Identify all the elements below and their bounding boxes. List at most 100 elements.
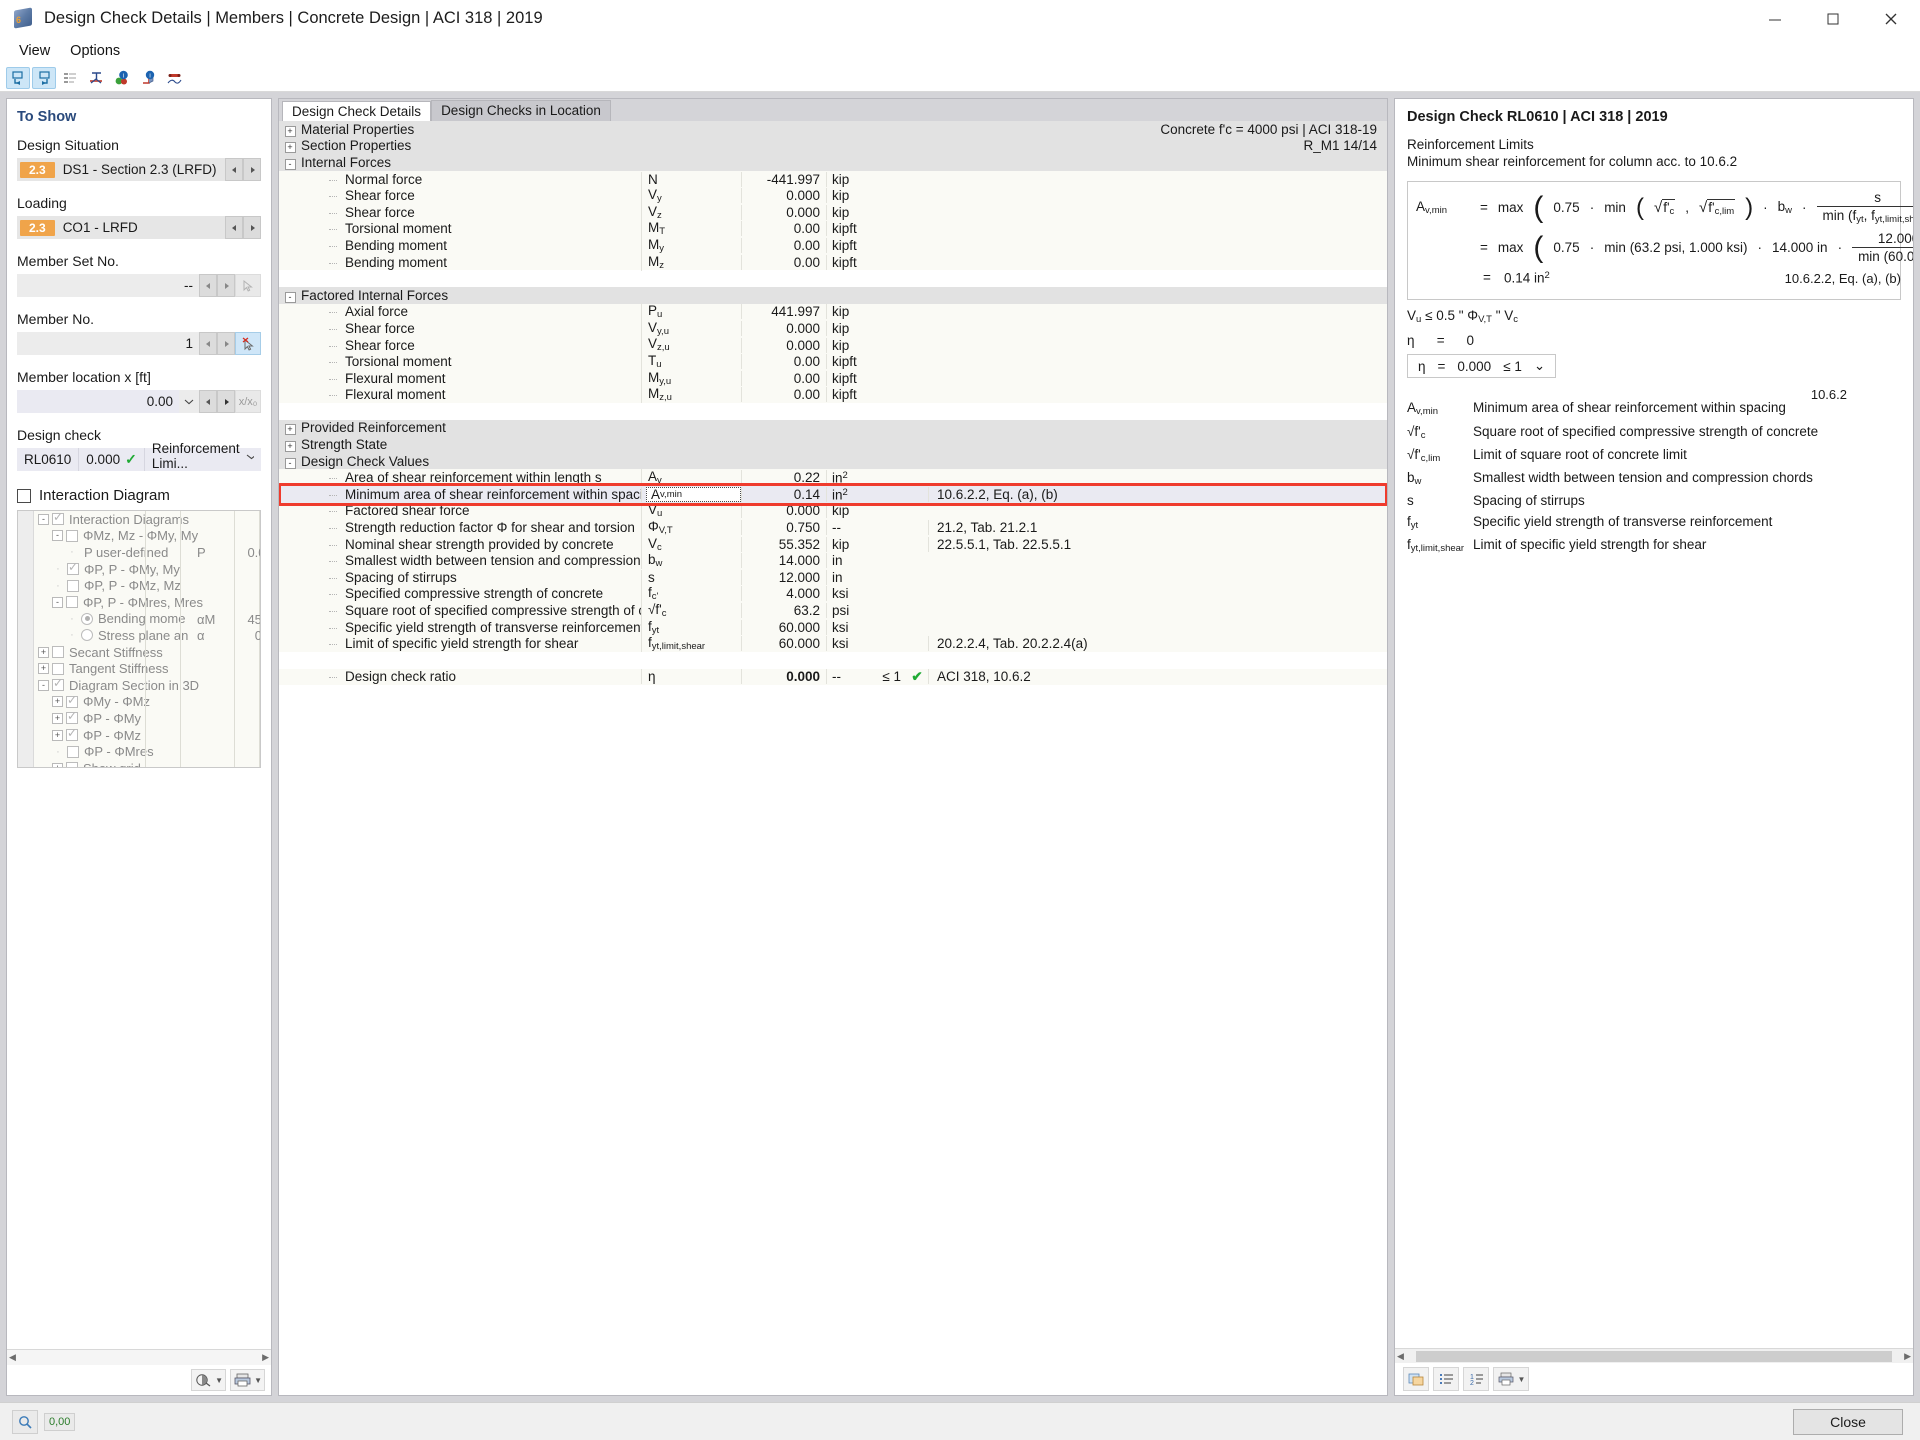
close-button[interactable]: Close (1793, 1409, 1903, 1435)
print-button[interactable]: ▼ (230, 1369, 265, 1391)
scroll-left-icon[interactable]: ◀ (1397, 1351, 1404, 1362)
group-row-1[interactable]: +Section PropertiesR_M1 14/14 (279, 138, 1387, 155)
row-symbol[interactable]: s (641, 570, 741, 585)
group-row-collapsed-1[interactable]: +Strength State (279, 436, 1387, 453)
group-row-factored[interactable]: -Factored Internal Forces (279, 287, 1387, 304)
left-panel-hscrollbar[interactable]: ◀ ▶ (7, 1349, 271, 1365)
row-value[interactable]: 0.000 (741, 503, 826, 518)
tree-checkbox[interactable] (66, 696, 78, 708)
group-row-collapsed-0[interactable]: +Provided Reinforcement (279, 420, 1387, 437)
row-value[interactable]: 0.000 (741, 321, 826, 336)
row-symbol[interactable]: Vu (641, 502, 741, 519)
menu-item-options[interactable]: Options (60, 41, 130, 61)
design-value-row-2[interactable]: Factored shear forceVu0.000kip (279, 503, 1387, 520)
design-value-row-1[interactable]: Minimum area of shear reinforcement with… (279, 486, 1387, 503)
member-no-value[interactable]: 1 (17, 332, 199, 355)
tree-expander-icon[interactable]: - (38, 514, 49, 525)
loading-next-button[interactable] (243, 216, 261, 239)
tree-expander-icon[interactable]: + (52, 713, 63, 724)
menu-item-view[interactable]: View (9, 41, 60, 61)
factored-force-row-2[interactable]: Shear forceVz,u0.000kip (279, 337, 1387, 354)
design-value-row-3[interactable]: Strength reduction factor Φ for shear an… (279, 519, 1387, 536)
diagram-icon[interactable] (162, 67, 186, 89)
row-symbol[interactable]: My,u (641, 370, 741, 387)
row-symbol[interactable]: Vy,u (641, 320, 741, 337)
group-row-2[interactable]: -Internal Forces (279, 154, 1387, 171)
row-value[interactable]: 0.00 (741, 221, 826, 236)
row-value[interactable]: 55.352 (741, 537, 826, 552)
print-button[interactable]: ▼ (1493, 1367, 1529, 1391)
design-value-row-0[interactable]: Area of shear reinforcement within lengt… (279, 469, 1387, 486)
row-value[interactable]: 14.000 (741, 553, 826, 568)
tree-radio[interactable] (81, 629, 93, 641)
loading-field[interactable]: 2.3 CO1 - LRFD (17, 216, 225, 239)
loading-selector[interactable]: 2.3 CO1 - LRFD (17, 216, 261, 239)
previous-navigation-icon[interactable] (6, 67, 30, 89)
sort-icon[interactable]: 12 (1463, 1367, 1489, 1391)
chevron-down-icon[interactable]: ▼ (215, 1376, 223, 1385)
group-expander-icon[interactable]: + (279, 122, 301, 137)
group-expander-icon[interactable]: + (279, 420, 301, 435)
tree-checkbox[interactable] (67, 746, 79, 758)
design-check-name-cell[interactable]: Reinforcement Limi... (145, 448, 261, 465)
design-value-row-4[interactable]: Nominal shear strength provided by concr… (279, 536, 1387, 553)
tree-expander-icon[interactable]: - (52, 530, 63, 541)
design-value-row-6[interactable]: Spacing of stirrupss12.000in (279, 569, 1387, 586)
list-view-icon[interactable] (1433, 1367, 1459, 1391)
row-value[interactable]: 0.750 (741, 520, 826, 535)
design-value-row-5[interactable]: Smallest width between tension and compr… (279, 552, 1387, 569)
interaction-diagram-checkbox[interactable] (17, 489, 31, 503)
row-symbol[interactable]: √f'c (641, 602, 741, 619)
material-info-icon[interactable]: i (110, 67, 134, 89)
tree-expander-icon[interactable]: + (38, 663, 49, 674)
design-value-row-7[interactable]: Specified compressive strength of concre… (279, 586, 1387, 603)
internal-force-row-4[interactable]: Bending momentMy0.00kipft (279, 237, 1387, 254)
row-value[interactable]: 0.000 (741, 205, 826, 220)
row-symbol[interactable]: My (641, 237, 741, 254)
tree-checkbox[interactable] (66, 596, 78, 608)
factored-force-row-4[interactable]: Flexural momentMy,u0.00kipft (279, 370, 1387, 387)
minimize-button[interactable] (1746, 0, 1804, 38)
factored-force-row-3[interactable]: Torsional momentTu0.00kipft (279, 353, 1387, 370)
row-value[interactable]: 63.2 (741, 603, 826, 618)
tree-expander-icon[interactable]: - (52, 597, 63, 608)
group-row-0[interactable]: +Material PropertiesConcrete f'c = 4000 … (279, 121, 1387, 138)
chevron-down-icon[interactable]: ▼ (1518, 1375, 1526, 1384)
chevron-down-icon[interactable]: ⌄ (1534, 358, 1545, 374)
tree-checkbox[interactable] (52, 513, 64, 525)
row-symbol[interactable]: Vz (641, 204, 741, 221)
member-no-pick-icon[interactable] (235, 332, 261, 355)
loading-prev-button[interactable] (225, 216, 243, 239)
member-location-dropdown-icon[interactable] (179, 390, 199, 413)
group-row-design-values[interactable]: -Design Check Values (279, 453, 1387, 470)
magnifier-icon[interactable] (12, 1410, 38, 1434)
member-location-prev-button[interactable] (199, 390, 217, 413)
next-navigation-icon[interactable] (32, 67, 56, 89)
tree-expander-icon[interactable]: + (38, 647, 49, 658)
member-info-icon[interactable]: i (136, 67, 160, 89)
factored-force-row-5[interactable]: Flexural momentMz,u0.00kipft (279, 387, 1387, 404)
row-symbol[interactable]: fyt,limit,shear (641, 635, 741, 652)
color-settings-button[interactable]: ▼ (191, 1369, 226, 1391)
row-symbol[interactable]: Mz,u (641, 386, 741, 403)
tree-checkbox[interactable] (66, 530, 78, 542)
tree-radio[interactable] (81, 613, 93, 625)
member-no-prev-button[interactable] (199, 332, 217, 355)
design-situation-prev-button[interactable] (225, 158, 243, 181)
row-value[interactable]: 0.000 (741, 188, 826, 203)
design-situation-field[interactable]: 2.3 DS1 - Section 2.3 (LRFD) (17, 158, 225, 181)
row-symbol[interactable]: fyt (641, 619, 741, 636)
row-symbol[interactable]: Vc (641, 536, 741, 553)
section-properties-icon[interactable] (84, 67, 108, 89)
tree-checkbox[interactable] (52, 679, 64, 691)
row-symbol[interactable]: ΦV,T (641, 519, 741, 536)
tree-expander-icon[interactable]: + (52, 696, 63, 707)
row-symbol[interactable]: Av (641, 469, 741, 486)
row-value[interactable]: 0.00 (741, 371, 826, 386)
tree-expander-icon[interactable]: + (52, 730, 63, 741)
row-value[interactable]: 0.00 (741, 238, 826, 253)
row-symbol[interactable]: Vy (641, 187, 741, 204)
row-value[interactable]: 0.00 (741, 255, 826, 270)
scroll-left-icon[interactable]: ◀ (9, 1352, 16, 1363)
member-no-next-button[interactable] (217, 332, 235, 355)
